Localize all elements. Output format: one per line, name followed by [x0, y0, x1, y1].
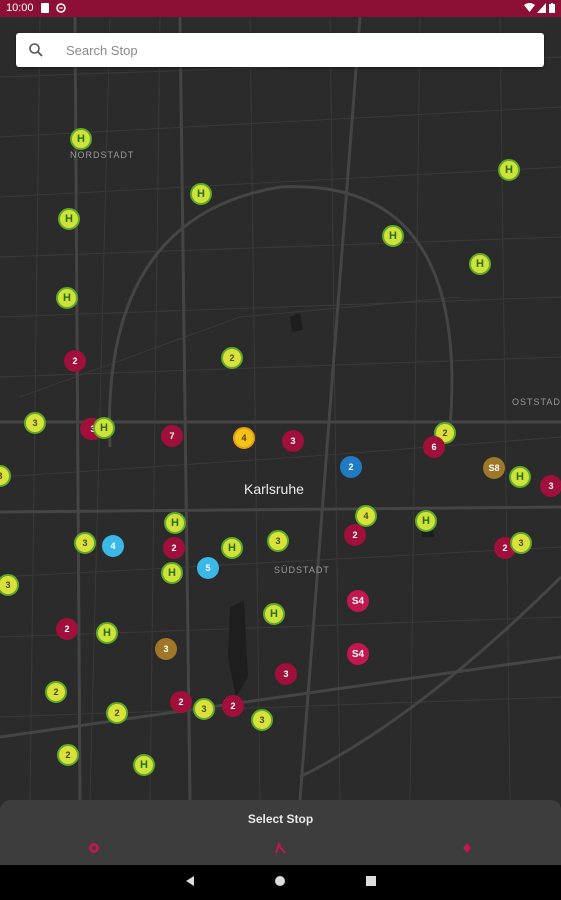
cluster-marker[interactable]: 3 — [267, 530, 289, 552]
district-label-oststadt: OSTSTAD — [512, 397, 561, 407]
cluster-marker[interactable]: 2 — [222, 695, 244, 717]
search-bar[interactable]: Search Stop — [16, 33, 544, 67]
stop-marker[interactable]: H — [190, 183, 212, 205]
data-saver-icon — [56, 3, 66, 14]
cluster-marker[interactable]: 3 — [74, 532, 96, 554]
cluster-marker[interactable]: 2 — [45, 681, 67, 703]
cluster-marker[interactable]: S4 — [347, 643, 369, 665]
stop-marker[interactable]: H — [415, 510, 437, 532]
cluster-marker[interactable]: 2 — [56, 618, 78, 640]
cluster-marker[interactable]: 2 — [57, 744, 79, 766]
stop-marker[interactable]: H — [133, 754, 155, 776]
cluster-marker[interactable]: 2 — [106, 702, 128, 724]
sim-icon — [41, 3, 51, 14]
stop-marker[interactable]: H — [56, 287, 78, 309]
status-bar: 10:00 — [0, 0, 561, 17]
cluster-marker[interactable]: 6 — [423, 436, 445, 458]
walk-icon[interactable] — [274, 841, 286, 857]
cluster-marker[interactable]: 2 — [170, 691, 192, 713]
stop-marker[interactable]: H — [161, 562, 183, 584]
battery-icon — [549, 3, 559, 14]
stop-marker[interactable]: H — [498, 159, 520, 181]
stop-marker[interactable]: H — [58, 208, 80, 230]
sheet-title: Select Stop — [247, 812, 314, 826]
cluster-marker[interactable]: 3 — [24, 412, 46, 434]
cluster-marker[interactable]: 2 — [163, 537, 185, 559]
cluster-marker[interactable]: 2 — [64, 350, 86, 372]
location-icon[interactable] — [88, 842, 100, 857]
stop-marker[interactable]: H — [164, 512, 186, 534]
cluster-marker[interactable]: 4 — [233, 427, 255, 449]
stop-marker[interactable]: H — [93, 417, 115, 439]
district-label-suedstadt: SÜDSTADT — [274, 565, 330, 575]
cluster-marker[interactable]: 7 — [161, 425, 183, 447]
wifi-icon — [524, 3, 535, 14]
cluster-marker[interactable]: 3 — [275, 663, 297, 685]
cluster-marker[interactable]: S4 — [347, 590, 369, 612]
stop-marker[interactable]: H — [509, 466, 531, 488]
stop-marker[interactable]: H — [382, 225, 404, 247]
stop-marker[interactable]: H — [469, 253, 491, 275]
back-button[interactable] — [184, 875, 196, 890]
cluster-marker[interactable]: 3 — [282, 430, 304, 452]
cluster-marker[interactable]: 4 — [102, 535, 124, 557]
stop-marker[interactable]: H — [221, 537, 243, 559]
stop-marker[interactable]: H — [263, 603, 285, 625]
bottom-sheet[interactable]: Select Stop — [0, 800, 561, 865]
cluster-marker[interactable]: S8 — [483, 457, 505, 479]
status-time: 10:00 — [6, 2, 34, 14]
cluster-marker[interactable]: 5 — [197, 557, 219, 579]
home-button[interactable] — [274, 875, 286, 890]
city-label: Karlsruhe — [244, 481, 304, 497]
cluster-marker[interactable]: 3 — [510, 532, 532, 554]
search-input[interactable]: Search Stop — [66, 43, 138, 58]
recents-button[interactable] — [365, 875, 377, 890]
cluster-marker[interactable]: 3 — [155, 638, 177, 660]
search-icon — [29, 43, 43, 57]
pin-icon[interactable] — [461, 842, 473, 857]
signal-icon — [537, 3, 547, 14]
stop-marker[interactable]: H — [70, 128, 92, 150]
district-label-nordstadt: NORDSTADT — [70, 150, 135, 160]
cluster-marker[interactable]: 3 — [251, 709, 273, 731]
cluster-marker[interactable]: 2 — [340, 456, 362, 478]
cluster-marker[interactable]: 2 — [221, 347, 243, 369]
cluster-marker[interactable]: 3 — [540, 475, 561, 497]
cluster-marker[interactable]: 2 — [344, 524, 366, 546]
stop-marker[interactable]: H — [96, 622, 118, 644]
navigation-bar — [0, 865, 561, 900]
cluster-marker[interactable]: 3 — [193, 698, 215, 720]
map-view[interactable]: NORDSTADT SÜDSTADT OSTSTAD Karlsruhe H H H… — [0, 17, 561, 800]
